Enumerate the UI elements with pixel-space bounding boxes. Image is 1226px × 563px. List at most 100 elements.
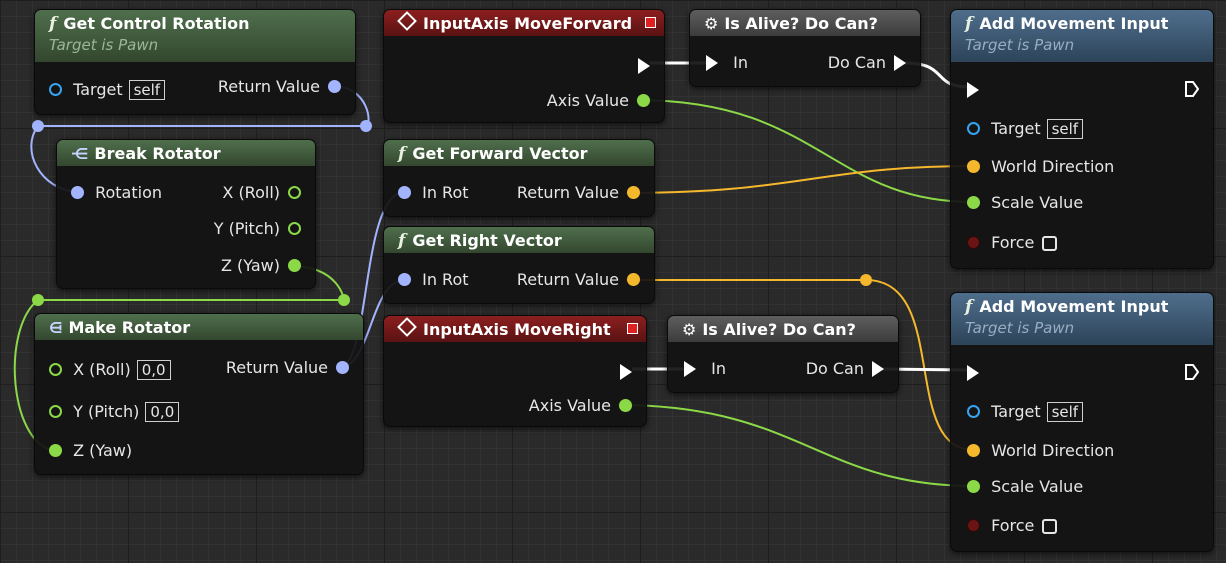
- function-icon: f: [965, 14, 973, 34]
- target-value-box[interactable]: self: [1046, 402, 1084, 422]
- function-icon: f: [49, 14, 57, 34]
- pin-row-target: Target self: [967, 119, 1084, 139]
- node-header[interactable]: f Add Movement Input Target is Pawn: [951, 10, 1213, 62]
- exec-in-pin[interactable]: [706, 54, 718, 71]
- x-roll-input[interactable]: 0,0: [136, 360, 171, 380]
- pin-row-exec-in: [967, 363, 979, 383]
- scale-value-pin[interactable]: [967, 480, 980, 493]
- node-header[interactable]: InputAxis MoveRight: [384, 316, 646, 342]
- node-is-alive-2[interactable]: ⚙ Is Alive? Do Can? In Do Can: [667, 315, 899, 393]
- axis-value-pin[interactable]: [619, 399, 632, 412]
- force-checkbox[interactable]: [1042, 236, 1058, 251]
- pin-row-rotation: Rotation: [71, 183, 162, 203]
- node-break-rotator[interactable]: ⋲ Break Rotator Rotation X (Roll) Y (Pitc…: [56, 139, 316, 289]
- world-direction-pin[interactable]: [967, 160, 980, 173]
- pin-row-direction: World Direction: [967, 157, 1114, 177]
- y-pitch-pin[interactable]: [288, 222, 301, 235]
- reroute-node-yaw-right[interactable]: [338, 294, 350, 306]
- target-pin[interactable]: [49, 83, 62, 96]
- node-header[interactable]: f Get Forward Vector: [384, 140, 654, 166]
- exec-out-pin[interactable]: [1185, 363, 1199, 380]
- node-input-axis-right[interactable]: InputAxis MoveRight Axis Value: [383, 315, 647, 427]
- pin-row-exec: [620, 362, 632, 382]
- node-get-right-vector[interactable]: f Get Right Vector In Rot Return Value: [383, 226, 655, 304]
- pin-row-out: Do Can: [828, 53, 906, 73]
- exec-out-pin[interactable]: [872, 360, 884, 377]
- z-yaw-pin[interactable]: [49, 444, 62, 457]
- node-header[interactable]: f Get Right Vector: [384, 227, 654, 253]
- exec-in-pin[interactable]: [967, 364, 979, 381]
- delegate-square-icon: [627, 323, 638, 334]
- node-header[interactable]: ⚙ Is Alive? Do Can?: [668, 316, 898, 342]
- node-add-movement-input-2[interactable]: f Add Movement Input Target is Pawn Targe…: [950, 292, 1214, 552]
- node-title: Make Rotator: [68, 318, 191, 337]
- y-pitch-input[interactable]: 0,0: [145, 402, 180, 422]
- target-value-box[interactable]: self: [128, 80, 166, 100]
- target-pin[interactable]: [967, 405, 980, 418]
- pin-row-force: Force: [967, 516, 1058, 536]
- pin-row-scale: Scale Value: [967, 193, 1083, 213]
- exec-out-pin[interactable]: [1185, 80, 1199, 97]
- exec-out-pin[interactable]: [620, 363, 632, 380]
- pin-label: Target: [991, 402, 1041, 421]
- reroute-node-yaw-left[interactable]: [32, 294, 44, 306]
- node-header[interactable]: ⋲ Break Rotator: [57, 140, 315, 166]
- force-checkbox[interactable]: [1042, 519, 1058, 534]
- reroute-node-vector[interactable]: [860, 274, 872, 286]
- return-value-pin[interactable]: [627, 273, 640, 286]
- pin-row-target: Target self: [967, 402, 1084, 422]
- node-get-forward-vector[interactable]: f Get Forward Vector In Rot Return Value: [383, 139, 655, 217]
- in-rot-pin[interactable]: [398, 273, 411, 286]
- x-roll-pin[interactable]: [288, 186, 301, 199]
- node-is-alive-1[interactable]: ⚙ Is Alive? Do Can? In Do Can: [689, 9, 921, 87]
- world-direction-pin[interactable]: [967, 444, 980, 457]
- event-diamond-icon: [397, 11, 417, 31]
- node-header[interactable]: f Get Control Rotation Target is Pawn: [35, 10, 355, 62]
- force-pin[interactable]: [967, 236, 980, 249]
- exec-in-pin[interactable]: [967, 81, 979, 98]
- scale-value-pin[interactable]: [967, 196, 980, 209]
- target-pin[interactable]: [967, 122, 980, 135]
- pin-row-x: X (Roll): [222, 183, 301, 203]
- y-pitch-pin[interactable]: [49, 405, 62, 418]
- gear-icon: ⚙: [704, 14, 719, 33]
- z-yaw-pin[interactable]: [288, 259, 301, 272]
- target-value-box[interactable]: self: [1046, 119, 1084, 139]
- return-value-pin[interactable]: [627, 186, 640, 199]
- node-get-control-rotation[interactable]: f Get Control Rotation Target is Pawn Tar…: [34, 9, 356, 115]
- node-header[interactable]: InputAxis MoveForvard: [384, 10, 664, 36]
- axis-value-pin[interactable]: [637, 94, 650, 107]
- pin-row-out: Do Can: [806, 359, 884, 379]
- reroute-node-right[interactable]: [360, 120, 372, 132]
- node-title: InputAxis MoveRight: [423, 320, 611, 339]
- node-subtitle: Target is Pawn: [965, 319, 1075, 337]
- delegate-square-icon: [645, 17, 656, 28]
- node-make-rotator[interactable]: ⋳ Make Rotator X (Roll) 0,0 Y (Pitch) 0,0 Z…: [34, 313, 364, 475]
- node-header[interactable]: f Add Movement Input Target is Pawn: [951, 293, 1213, 345]
- node-title: Add Movement Input: [979, 297, 1169, 316]
- exec-out-pin[interactable]: [638, 57, 650, 74]
- pin-row-return: Return Value: [218, 77, 341, 97]
- exec-in-pin[interactable]: [684, 360, 696, 377]
- rotation-pin[interactable]: [71, 186, 84, 199]
- in-rot-pin[interactable]: [398, 186, 411, 199]
- node-title: Add Movement Input: [979, 14, 1169, 33]
- node-header[interactable]: ⚙ Is Alive? Do Can?: [690, 10, 920, 36]
- x-roll-pin[interactable]: [49, 363, 62, 376]
- pin-row-direction: World Direction: [967, 441, 1114, 461]
- node-input-axis-forward[interactable]: InputAxis MoveForvard Axis Value: [383, 9, 665, 123]
- return-value-pin[interactable]: [336, 361, 349, 374]
- exec-out-pin[interactable]: [894, 54, 906, 71]
- node-title: Is Alive? Do Can?: [724, 14, 878, 33]
- pin-label: Force: [991, 233, 1035, 252]
- node-header[interactable]: ⋳ Make Rotator: [35, 314, 363, 340]
- pin-label: Z (Yaw): [73, 441, 133, 460]
- force-pin[interactable]: [967, 519, 980, 532]
- pin-row-in: In: [706, 53, 748, 73]
- reroute-node-left[interactable]: [32, 120, 44, 132]
- return-value-pin[interactable]: [328, 80, 341, 93]
- pin-row-in: In Rot: [398, 183, 469, 203]
- wire-forward-axis-to-scale: [635, 99, 975, 203]
- pin-row-axis: Axis Value: [529, 396, 632, 416]
- node-add-movement-input-1[interactable]: f Add Movement Input Target is Pawn Targe…: [950, 9, 1214, 269]
